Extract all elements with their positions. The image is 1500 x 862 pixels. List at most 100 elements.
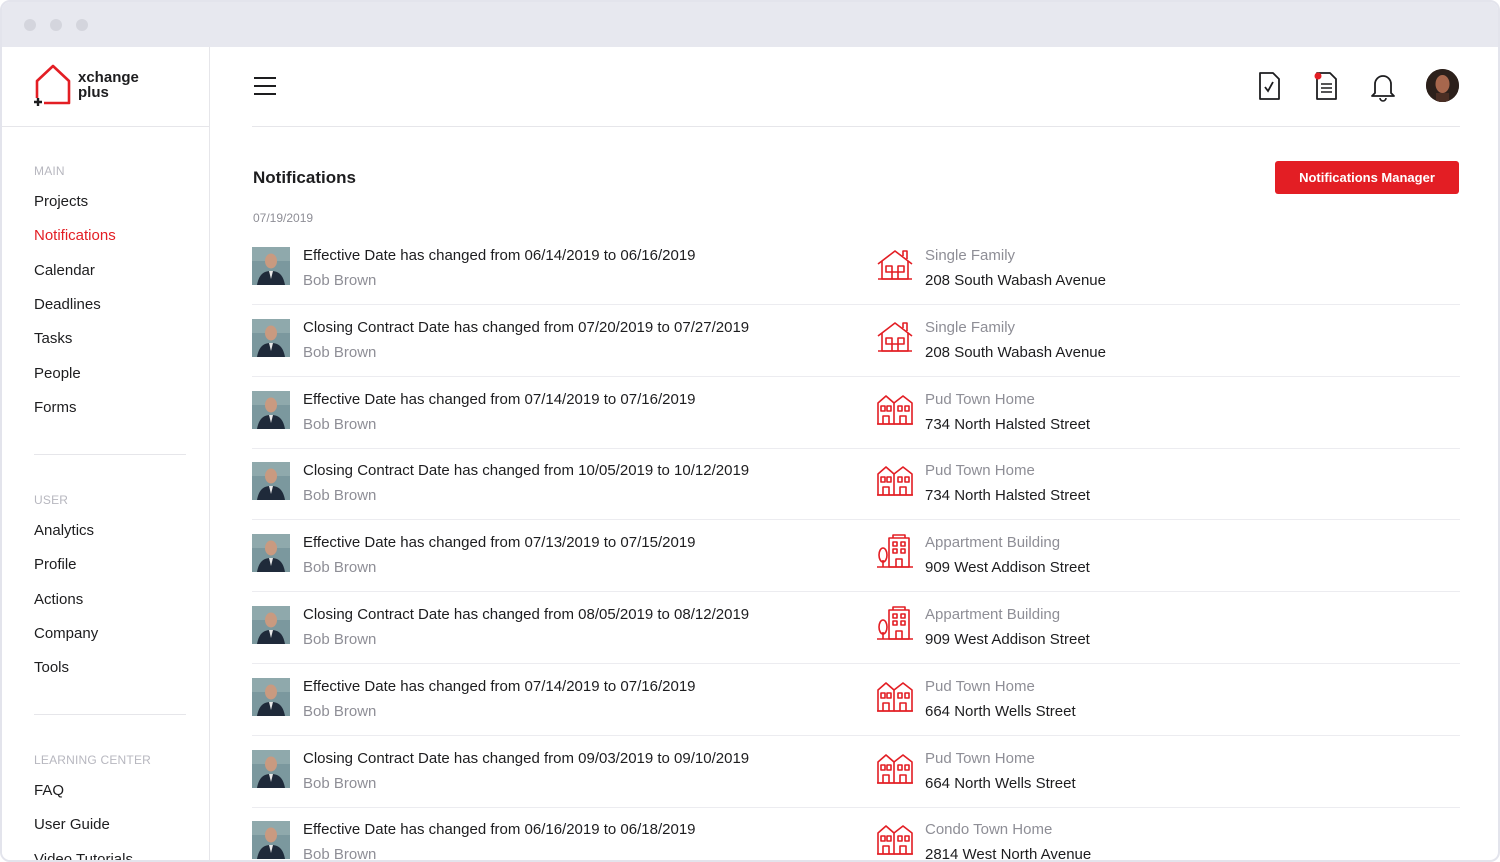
document-notification-icon[interactable] bbox=[1311, 70, 1341, 102]
notification-user: Bob Brown bbox=[303, 631, 377, 648]
header-divider bbox=[252, 126, 1460, 127]
user-avatar bbox=[252, 390, 290, 429]
brand-line-2: plus bbox=[78, 84, 109, 101]
sidebar-item-user-guide[interactable]: User Guide bbox=[34, 816, 110, 833]
notification-user: Bob Brown bbox=[303, 343, 377, 361]
notification-user: Bob Brown bbox=[303, 702, 377, 720]
window-minimize-dot[interactable] bbox=[50, 19, 62, 31]
sidebar-item-forms[interactable]: Forms bbox=[34, 399, 77, 416]
property-address: 664 North Wells Street bbox=[925, 774, 1076, 792]
property-type: Condo Town Home bbox=[925, 821, 1053, 839]
notification-row[interactable]: Closing Contract Date has changed from 0… bbox=[252, 592, 1460, 664]
checklist-document-icon[interactable] bbox=[1254, 70, 1284, 102]
sidebar-item-actions[interactable]: Actions bbox=[34, 591, 83, 608]
bell-icon[interactable] bbox=[1368, 70, 1398, 102]
townhome-icon bbox=[876, 819, 914, 857]
notification-message: Closing Contract Date has changed from 0… bbox=[303, 749, 750, 767]
nav-heading: MAIN bbox=[34, 164, 65, 178]
notification-row[interactable]: Effective Date has changed from 07/13/20… bbox=[252, 520, 1460, 593]
logo[interactable]: xchange plus bbox=[2, 47, 210, 127]
notification-message: Effective Date has changed from 07/14/20… bbox=[303, 390, 696, 408]
notification-message: Closing Contract Date has changed from 1… bbox=[303, 462, 750, 480]
property-type: Pud Town Home bbox=[925, 462, 1035, 480]
sidebar-item-projects[interactable]: Projects bbox=[34, 193, 88, 210]
nav-heading: USER bbox=[34, 493, 69, 507]
sidebar-item-video-tutorials[interactable]: Video Tutorials bbox=[34, 851, 133, 860]
nav-separator bbox=[34, 454, 186, 455]
sidebar-item-faq[interactable]: FAQ bbox=[34, 782, 64, 799]
townhome-icon bbox=[876, 460, 914, 498]
user-avatar bbox=[252, 247, 290, 285]
sidebar-item-people[interactable]: People bbox=[34, 365, 81, 382]
notification-row[interactable]: Effective Date has changed from 07/14/20… bbox=[252, 377, 1460, 449]
sidebar-item-company[interactable]: Company bbox=[34, 625, 98, 642]
property-type: Single Family bbox=[925, 318, 1016, 336]
property-address: 2814 West North Avenue bbox=[925, 846, 1092, 862]
single-family-house-icon bbox=[876, 245, 914, 283]
brand-line-1: xchange bbox=[78, 69, 139, 86]
townhome-icon bbox=[876, 748, 914, 786]
user-avatar bbox=[252, 821, 290, 860]
notification-message: Effective Date has changed from 07/13/20… bbox=[303, 534, 696, 552]
house-logo-icon bbox=[34, 64, 71, 106]
user-avatar[interactable] bbox=[1426, 69, 1459, 102]
notification-user: Bob Brown bbox=[303, 487, 377, 505]
single-family-house-icon bbox=[876, 317, 914, 355]
apartment-building-icon bbox=[876, 532, 914, 570]
notification-row[interactable]: Closing Contract Date has changed from 0… bbox=[252, 736, 1460, 808]
notification-row[interactable]: Closing Contract Date has changed from 0… bbox=[252, 305, 1460, 377]
property-type: Pud Town Home bbox=[925, 390, 1035, 408]
user-avatar bbox=[252, 318, 290, 357]
nav-separator bbox=[34, 714, 186, 715]
property-type: Pud Town Home bbox=[925, 677, 1035, 695]
sidebar-item-calendar[interactable]: Calendar bbox=[34, 262, 95, 279]
property-type: Appartment Building bbox=[925, 606, 1061, 623]
notification-row[interactable]: Effective Date has changed from 06/16/20… bbox=[252, 807, 1460, 862]
property-type: Appartment Building bbox=[925, 534, 1061, 552]
notification-message: Effective Date has changed from 06/14/20… bbox=[303, 247, 696, 264]
notification-row[interactable]: Closing Contract Date has changed from 1… bbox=[252, 448, 1460, 521]
townhome-icon bbox=[876, 676, 914, 714]
sidebar-item-tasks[interactable]: Tasks bbox=[34, 330, 72, 347]
notification-message: Effective Date has changed from 06/16/20… bbox=[303, 821, 696, 839]
user-avatar bbox=[252, 749, 290, 788]
apartment-building-icon bbox=[876, 604, 914, 642]
nav-heading: LEARNING CENTER bbox=[34, 753, 152, 767]
notification-message: Closing Contract Date has changed from 0… bbox=[303, 606, 750, 623]
sidebar-item-profile[interactable]: Profile bbox=[34, 556, 77, 573]
sidebar: xchange plus MAIN Projects Notifications Ca… bbox=[2, 47, 210, 860]
townhome-icon bbox=[876, 389, 914, 427]
window-titlebar bbox=[2, 2, 1498, 47]
sidebar-item-deadlines[interactable]: Deadlines bbox=[34, 296, 101, 313]
property-address: 909 West Addison Street bbox=[925, 559, 1090, 577]
property-type: Single Family bbox=[925, 247, 1016, 264]
property-address: 208 South Wabash Avenue bbox=[925, 272, 1106, 289]
property-type: Pud Town Home bbox=[925, 749, 1035, 767]
notification-user: Bob Brown bbox=[303, 415, 377, 433]
notification-user: Bob Brown bbox=[303, 846, 377, 862]
notification-message: Effective Date has changed from 07/14/20… bbox=[303, 677, 696, 695]
app-window: xchange plus MAIN Projects Notifications Ca… bbox=[0, 0, 1500, 862]
notification-row[interactable]: Effective Date has changed from 07/14/20… bbox=[252, 664, 1460, 736]
notification-message: Closing Contract Date has changed from 0… bbox=[303, 318, 750, 336]
user-avatar bbox=[252, 677, 290, 716]
notification-row[interactable]: Effective Date has changed from 06/14/20… bbox=[252, 233, 1460, 305]
window-close-dot[interactable] bbox=[24, 19, 36, 31]
date-group-label: 07/19/2019 bbox=[253, 211, 314, 225]
notifications-manager-button[interactable]: Notifications Manager bbox=[1275, 161, 1459, 194]
property-address: 909 West Addison Street bbox=[925, 631, 1090, 648]
notification-user: Bob Brown bbox=[303, 272, 377, 289]
sidebar-item-notifications[interactable]: Notifications bbox=[34, 227, 116, 244]
sidebar-item-tools[interactable]: Tools bbox=[34, 659, 69, 676]
sidebar-item-analytics[interactable]: Analytics bbox=[34, 522, 94, 539]
menu-icon[interactable] bbox=[254, 76, 276, 96]
property-address: 734 North Halsted Street bbox=[925, 415, 1091, 433]
window-maximize-dot[interactable] bbox=[76, 19, 88, 31]
property-address: 734 North Halsted Street bbox=[925, 487, 1091, 505]
brand-name: xchange plus bbox=[78, 70, 139, 100]
notification-user: Bob Brown bbox=[303, 559, 377, 577]
property-address: 664 North Wells Street bbox=[925, 702, 1076, 720]
page-title: Notifications bbox=[253, 168, 356, 187]
user-avatar bbox=[252, 534, 290, 573]
notification-user: Bob Brown bbox=[303, 774, 377, 792]
